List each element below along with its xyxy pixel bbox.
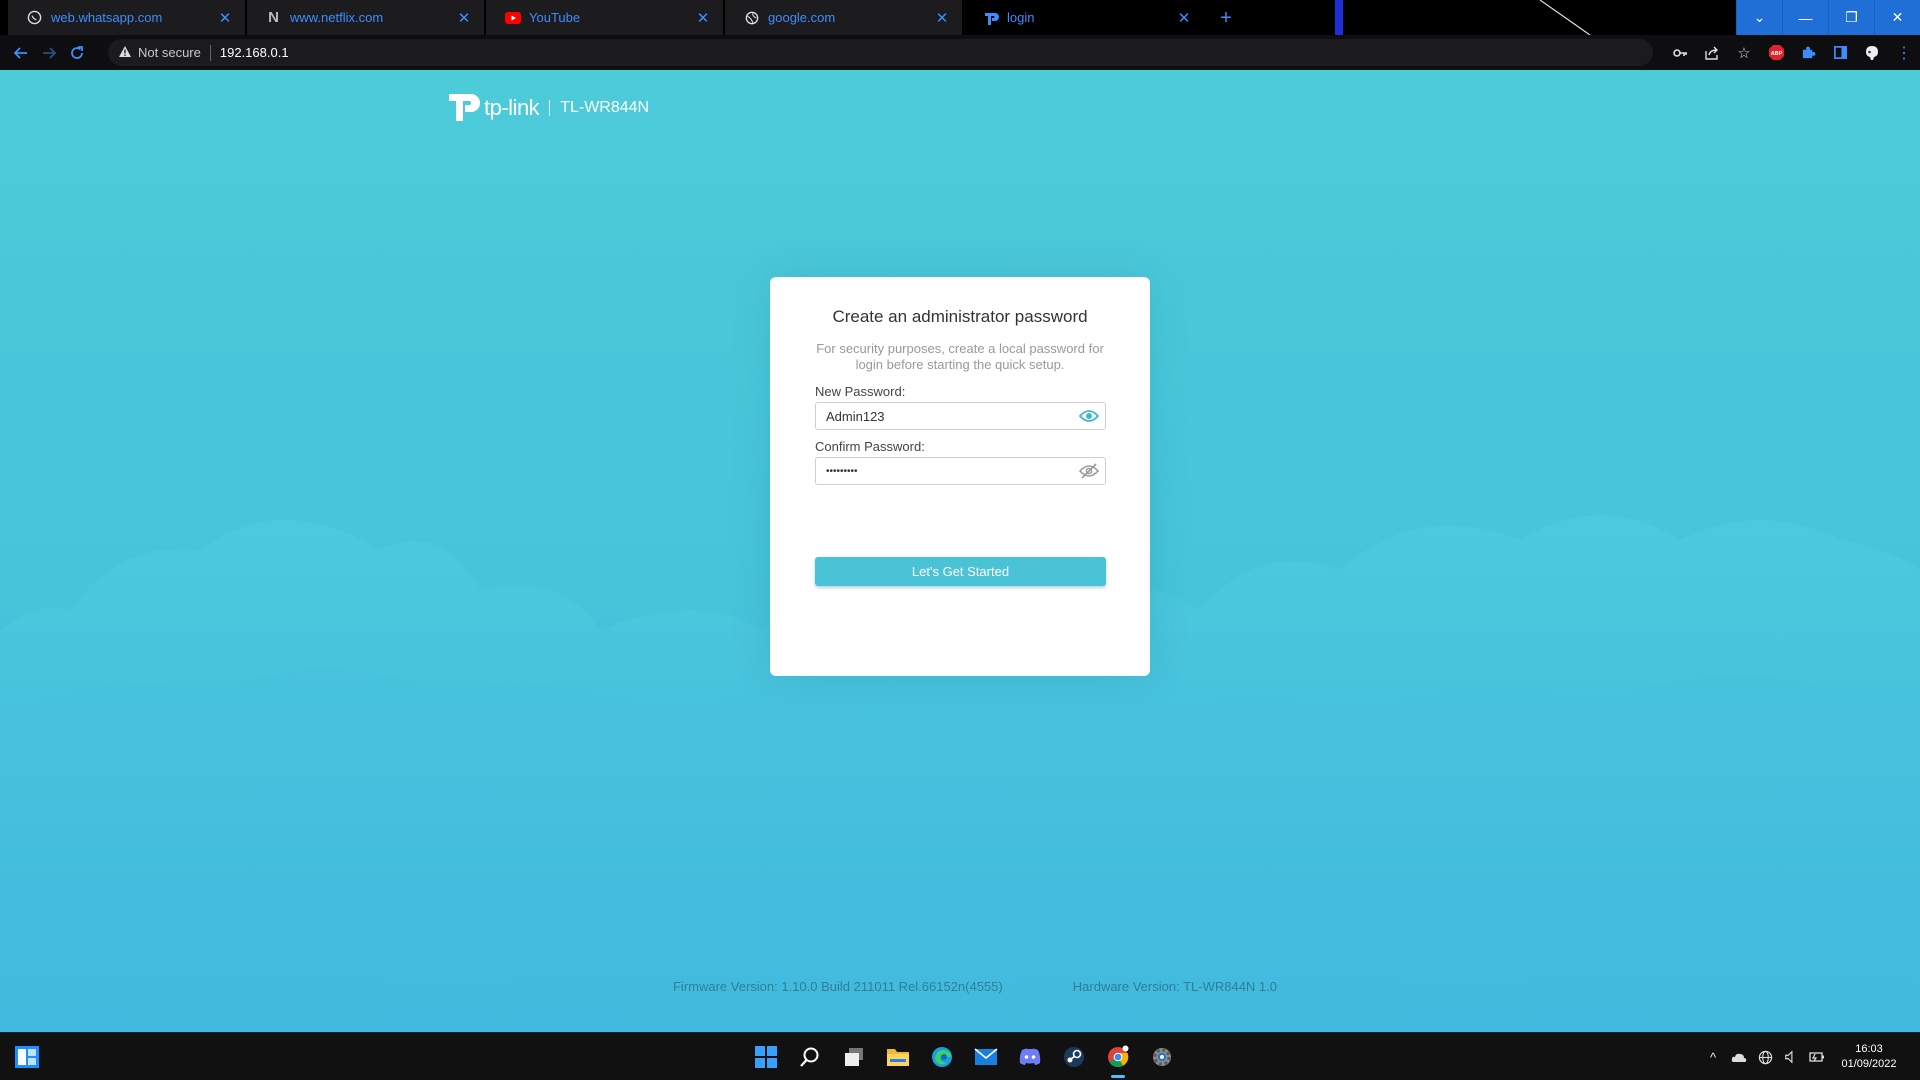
adblock-icon[interactable]: ABP xyxy=(1760,37,1792,69)
tab-netflix[interactable]: N www.netflix.com ✕ xyxy=(247,0,484,35)
firmware-version: Firmware Version: 1.10.0 Build 211011 Re… xyxy=(672,979,1003,994)
discord-icon[interactable] xyxy=(1008,1033,1052,1080)
hardware-version: Hardware Version: TL-WR844N 1.0 xyxy=(1072,979,1278,994)
new-password-field[interactable]: Admin123 xyxy=(815,402,1106,430)
share-icon[interactable] xyxy=(1696,37,1728,69)
close-tab-icon[interactable]: ✕ xyxy=(456,10,472,27)
tab-title: www.netflix.com xyxy=(290,10,384,25)
card-subtitle: For security purposes, create a local pa… xyxy=(816,341,1104,372)
windows-start-icon[interactable] xyxy=(744,1033,788,1080)
confirm-password-field[interactable]: ••••••••• xyxy=(815,457,1106,485)
chevron-up-icon[interactable]: ^ xyxy=(1700,1033,1726,1080)
taskbar-apps xyxy=(744,1033,1184,1080)
tab-title: login xyxy=(1007,10,1035,25)
mail-icon[interactable] xyxy=(964,1033,1008,1080)
netflix-icon: N xyxy=(268,9,279,26)
router-model: TL-WR844N xyxy=(560,98,650,116)
new-tab-button[interactable]: + xyxy=(1212,4,1240,32)
background-decoration xyxy=(1335,0,1591,35)
divider xyxy=(549,99,551,116)
card-title: Create an administrator password xyxy=(832,307,1088,326)
battery-icon[interactable] xyxy=(1804,1033,1830,1080)
confirm-password-value[interactable]: ••••••••• xyxy=(816,466,1073,477)
tab-strip: web.whatsapp.com ✕ N www.netflix.com ✕ Y… xyxy=(0,0,1920,35)
clock[interactable]: 16:03 01/09/2022 xyxy=(1830,1042,1908,1072)
close-tab-icon[interactable]: ✕ xyxy=(695,10,711,27)
chrome-icon[interactable] xyxy=(1096,1033,1140,1080)
tplink-logo-icon xyxy=(447,88,481,127)
tplink-brand: tp-link TL-WR844N xyxy=(447,88,649,127)
volume-speaker-icon[interactable] xyxy=(1778,1033,1804,1080)
bookmark-star-icon[interactable]: ☆ xyxy=(1728,37,1760,69)
whatsapp-icon xyxy=(26,9,43,26)
extensions-puzzle-icon[interactable] xyxy=(1792,37,1824,69)
divider xyxy=(209,44,211,61)
new-password-value[interactable]: Admin123 xyxy=(816,409,1073,424)
search-icon[interactable] xyxy=(788,1033,832,1080)
lets-get-started-button[interactable]: Let's Get Started xyxy=(815,557,1106,586)
globe-icon xyxy=(743,9,760,26)
router-login-page: tp-link TL-WR844N Create an administrato… xyxy=(0,70,1920,1032)
forward-arrow-icon[interactable] xyxy=(35,39,63,67)
window-controls: ⌄ — ❐ ✕ xyxy=(1736,0,1920,35)
show-password-eye-icon[interactable] xyxy=(1073,403,1105,429)
minimize-button[interactable]: — xyxy=(1782,0,1828,35)
restore-button[interactable]: ❐ xyxy=(1828,0,1874,35)
tab-title: YouTube xyxy=(529,10,581,25)
file-explorer-icon[interactable] xyxy=(876,1033,920,1080)
hide-password-eye-slash-icon[interactable] xyxy=(1073,458,1105,484)
toolbar-actions: ☆ ABP ⋮ xyxy=(1664,35,1920,70)
svg-text:ABP: ABP xyxy=(1770,51,1782,57)
confirm-password-label: Confirm Password: xyxy=(815,439,925,454)
onedrive-cloud-icon[interactable] xyxy=(1726,1033,1752,1080)
profile-avatar-icon[interactable] xyxy=(1856,37,1888,69)
network-globe-icon[interactable] xyxy=(1752,1033,1778,1080)
url-text[interactable]: 192.168.0.1 xyxy=(220,45,289,60)
security-status[interactable]: Not secure xyxy=(138,45,201,60)
close-window-button[interactable]: ✕ xyxy=(1874,0,1920,35)
back-arrow-icon[interactable] xyxy=(7,39,35,67)
warning-triangle-icon[interactable] xyxy=(118,45,132,61)
password-card: Create an administrator password For sec… xyxy=(770,277,1150,676)
system-tray: ^ 16:03 01/09/2022 xyxy=(1700,1033,1920,1080)
brand-name: tp-link xyxy=(484,94,540,120)
menu-kebab-icon[interactable]: ⋮ xyxy=(1888,37,1920,69)
close-tab-icon[interactable]: ✕ xyxy=(1176,10,1192,27)
windows-taskbar: ^ 16:03 01/09/2022 xyxy=(0,1032,1920,1080)
edge-icon[interactable] xyxy=(920,1033,964,1080)
task-view-icon[interactable] xyxy=(832,1033,876,1080)
side-panel-icon[interactable] xyxy=(1824,37,1856,69)
widgets-icon[interactable] xyxy=(14,1045,40,1069)
clock-date: 01/09/2022 xyxy=(1841,1058,1897,1070)
tab-search-icon[interactable]: ⌄ xyxy=(1736,0,1782,35)
close-tab-icon[interactable]: ✕ xyxy=(934,10,950,27)
new-password-label: New Password: xyxy=(815,384,906,399)
address-bar[interactable]: Not secure 192.168.0.1 xyxy=(108,39,1653,66)
tab-login[interactable]: login ✕ xyxy=(964,0,1204,35)
browser-toolbar: Not secure 192.168.0.1 ☆ ABP ⋮ xyxy=(0,35,1920,70)
tplink-icon xyxy=(982,9,999,26)
tab-title: web.whatsapp.com xyxy=(51,10,163,25)
tab-whatsapp[interactable]: web.whatsapp.com ✕ xyxy=(8,0,245,35)
tab-title: google.com xyxy=(768,10,836,25)
youtube-icon xyxy=(504,9,521,26)
version-footer: Firmware Version: 1.10.0 Build 211011 Re… xyxy=(0,979,1920,994)
clock-time: 16:03 xyxy=(1855,1043,1883,1055)
close-tab-icon[interactable]: ✕ xyxy=(217,10,233,27)
settings-icon[interactable] xyxy=(1140,1033,1184,1080)
key-icon[interactable] xyxy=(1664,37,1696,69)
tab-google[interactable]: google.com ✕ xyxy=(725,0,962,35)
tab-youtube[interactable]: YouTube ✕ xyxy=(486,0,723,35)
reload-icon[interactable] xyxy=(63,39,91,67)
steam-icon[interactable] xyxy=(1052,1033,1096,1080)
